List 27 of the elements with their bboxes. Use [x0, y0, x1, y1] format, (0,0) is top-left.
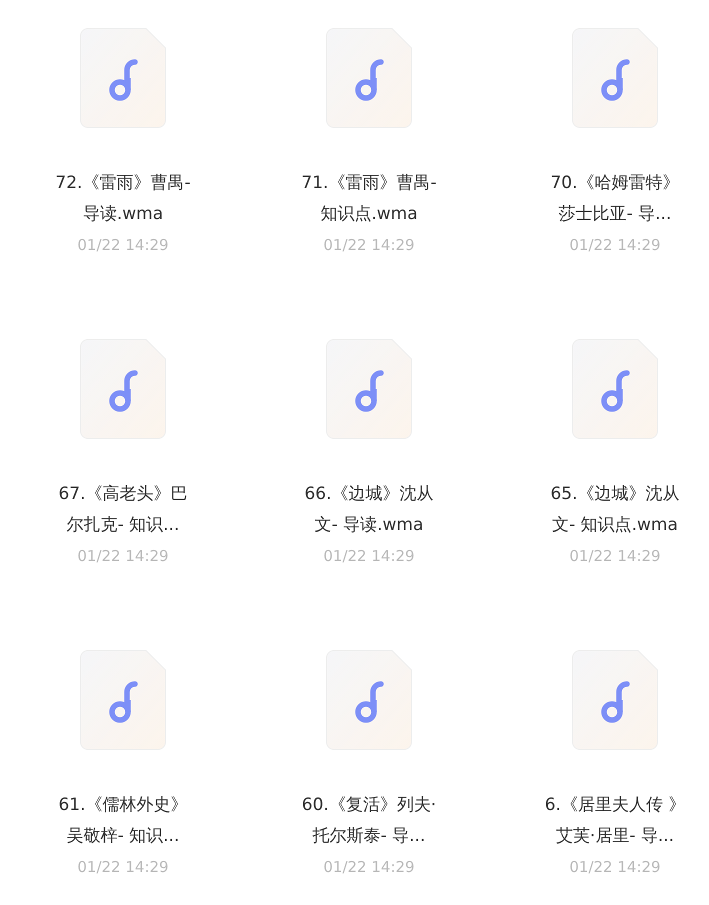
audio-file-icon[interactable]: [326, 339, 412, 439]
file-date: 01/22 14:29: [569, 857, 661, 878]
file-name: 60.《复活》列夫· 托尔斯泰- 导...: [302, 794, 436, 848]
audio-file-icon[interactable]: [572, 650, 658, 750]
audio-file-icon[interactable]: [572, 28, 658, 128]
file-name: 67.《高老头》巴 尔扎克- 知识...: [58, 483, 188, 537]
file-name: 66.《边城》沈从 文- 导读.wma: [304, 483, 434, 537]
file-name: 61.《儒林外史》 吴敬梓- 知识...: [58, 794, 188, 848]
file-date: 01/22 14:29: [323, 235, 415, 256]
file-name: 71.《雷雨》曹禺- 知识点.wma: [301, 172, 437, 226]
file-date: 01/22 14:29: [77, 857, 169, 878]
audio-file-icon[interactable]: [326, 650, 412, 750]
file-date: 01/22 14:29: [77, 546, 169, 567]
file-date: 01/22 14:29: [323, 857, 415, 878]
audio-file-icon[interactable]: [80, 650, 166, 750]
audio-file-icon[interactable]: [572, 339, 658, 439]
audio-file-icon[interactable]: [80, 28, 166, 128]
file-name: 72.《雷雨》曹禺- 导读.wma: [55, 172, 191, 226]
file-date: 01/22 14:29: [569, 235, 661, 256]
file-name: 70.《哈姆雷特》 莎士比亚- 导...: [550, 172, 680, 226]
file-name: 65.《边城》沈从 文- 知识点.wma: [550, 483, 680, 537]
audio-file-icon[interactable]: [80, 339, 166, 439]
file-date: 01/22 14:29: [569, 546, 661, 567]
file-date: 01/22 14:29: [77, 235, 169, 256]
audio-file-icon[interactable]: [326, 28, 412, 128]
file-date: 01/22 14:29: [323, 546, 415, 567]
file-name: 6.《居里夫人传 》 艾芙·居里- 导...: [544, 794, 686, 848]
